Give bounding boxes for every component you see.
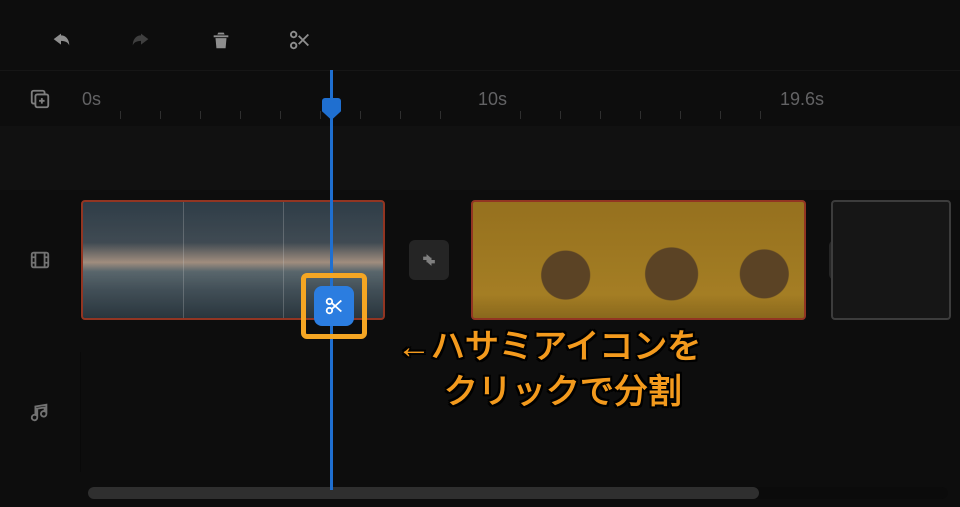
split-button[interactable] (276, 20, 326, 60)
clip-2[interactable] (471, 200, 806, 320)
music-icon (29, 401, 51, 423)
spacer-row (0, 126, 960, 190)
undo-button[interactable] (36, 20, 86, 60)
audio-track-icon (0, 352, 81, 472)
video-track[interactable] (81, 200, 960, 320)
redo-button[interactable] (116, 20, 166, 60)
video-track-icon (0, 200, 81, 320)
audio-track-row (0, 352, 960, 472)
add-media-button[interactable] (0, 71, 80, 127)
scissors-icon (323, 295, 345, 317)
clip-3[interactable] (831, 200, 951, 320)
timeline-scrollbar-thumb[interactable] (88, 487, 759, 499)
film-icon (29, 249, 51, 271)
delete-button[interactable] (196, 20, 246, 60)
transition-button-1[interactable] (409, 240, 449, 280)
timeline-scrollbar[interactable] (88, 487, 948, 499)
split-at-playhead-button[interactable] (314, 286, 354, 326)
ruler-label-end: 19.6s (780, 89, 824, 110)
ruler-marks[interactable]: 0s 10s 19.6s (80, 71, 960, 127)
video-track-row (0, 200, 960, 320)
ruler-label-0: 0s (82, 89, 101, 110)
ruler-label-10: 10s (478, 89, 507, 110)
timeline-toolbar (0, 20, 326, 60)
audio-track[interactable] (81, 352, 960, 472)
timeline-ruler[interactable]: 0s 10s 19.6s (0, 70, 960, 128)
